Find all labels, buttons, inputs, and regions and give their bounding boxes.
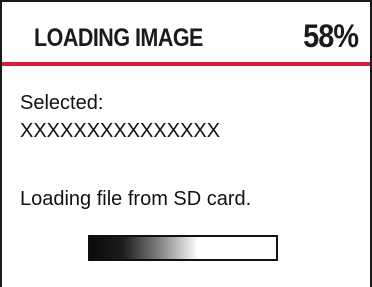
- progress-bar-fill: [90, 237, 198, 259]
- progress-percent: 58%: [303, 18, 359, 54]
- header-divider: [2, 62, 370, 66]
- status-message: Loading file from SD card.: [20, 188, 252, 210]
- progress-bar: [88, 235, 278, 261]
- header-bar: LOADING IMAGE 58%: [2, 2, 370, 62]
- loading-screen: LOADING IMAGE 58% Selected: XXXXXXXXXXXX…: [0, 0, 372, 287]
- selected-filename: XXXXXXXXXXXXXXX: [20, 120, 221, 142]
- selected-label: Selected:: [20, 92, 104, 114]
- screen-title: LOADING IMAGE: [34, 24, 203, 52]
